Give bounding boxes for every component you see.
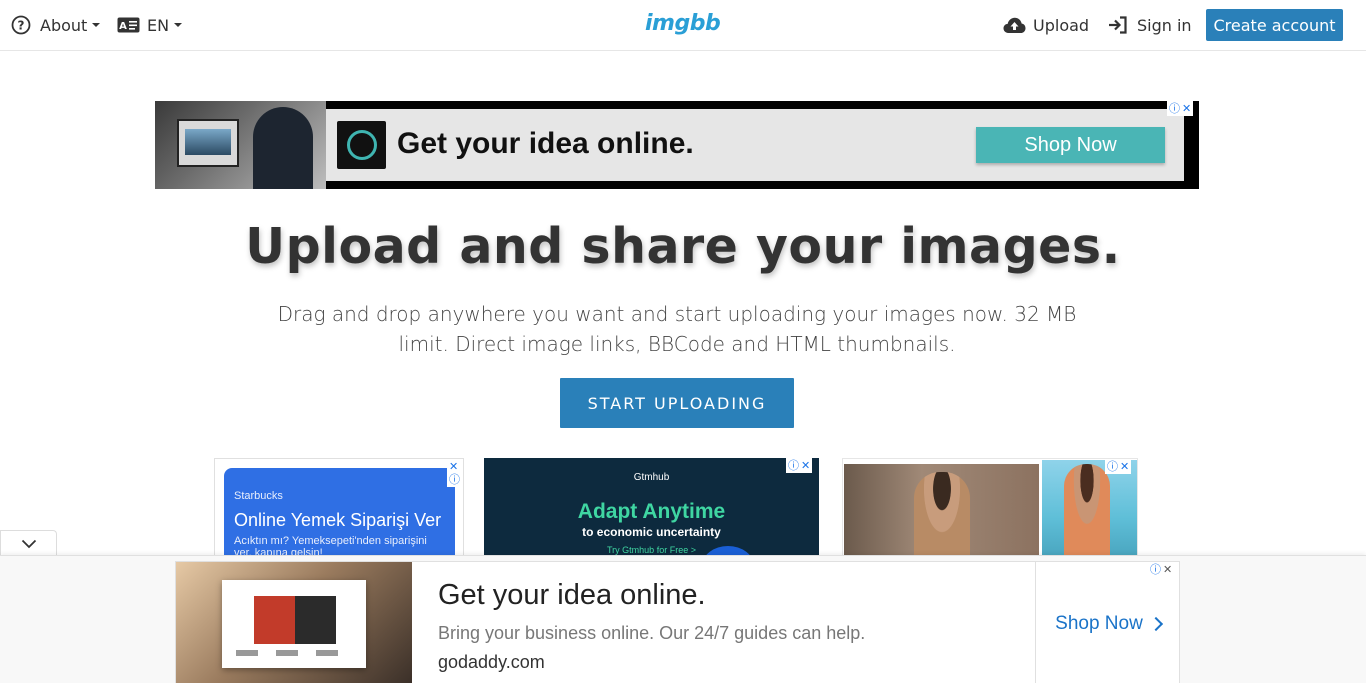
top-navbar: ? About A EN imgbb Upload Sign in Create… [0, 0, 1366, 51]
bottom-ad-card[interactable]: Get your idea online. Bring your busines… [175, 561, 1180, 683]
ad-domain: godaddy.com [438, 652, 545, 672]
ad-card-fashion[interactable]: ⓘ ✕ [842, 458, 1138, 556]
ad-choices: ✕ ⓘ [447, 459, 462, 487]
upload-link[interactable]: Upload [1003, 0, 1089, 50]
ad-card-gtmhub[interactable]: Gtmhub Adapt Anytime to economic uncerta… [484, 458, 819, 556]
ad-image [176, 562, 412, 683]
ad-card-starbucks[interactable]: Starbucks Online Yemek Siparişi Ver Acık… [214, 458, 464, 556]
ad-brand: Starbucks [234, 490, 283, 502]
ad-brand: Gtmhub [633, 472, 670, 483]
ad-cta-area: Shop Now [1035, 562, 1180, 683]
hero-subtitle: Drag and drop anywhere you want and star… [277, 302, 1077, 356]
godaddy-logo-icon [337, 121, 386, 169]
ad-choices: ⓘ ✕ [1167, 101, 1194, 116]
ad-close-icon[interactable]: ✕ [449, 460, 460, 473]
ad-shop-now-button[interactable]: Shop Now [976, 127, 1165, 163]
ad-close-icon[interactable]: ✕ [801, 459, 810, 472]
ad-cta-link[interactable]: Try Gtmhub for Free > [484, 545, 819, 555]
ad-info-icon[interactable]: ⓘ [449, 473, 460, 486]
ad-headline: Get your idea online. [397, 127, 694, 160]
ad-info-icon[interactable]: ⓘ [1169, 102, 1180, 115]
ad-content: Get your idea online. Shop Now [326, 109, 1184, 181]
about-label: About [40, 15, 88, 35]
svg-text:?: ? [18, 19, 25, 33]
collapse-ad-button[interactable] [0, 530, 57, 556]
ad-image [1042, 460, 1137, 555]
ad-choices: ⓘ ✕ [786, 458, 813, 473]
cloud-upload-icon [1003, 17, 1026, 34]
ad-choices: ⓘ ✕ [1148, 562, 1175, 577]
ad-shop-now-link[interactable]: Shop Now [1055, 612, 1163, 635]
ad-image [844, 464, 1039, 555]
ad-cta-label: Shop Now [1055, 612, 1143, 634]
caret-down-icon [174, 23, 183, 27]
ad-subtext: Acıktın mı? Yemeksepeti'nden siparişini … [234, 535, 427, 556]
ad-close-icon[interactable]: ✕ [1182, 102, 1191, 115]
ad-description: Bring your business online. Our 24/7 gui… [438, 623, 866, 643]
imgbb-logo[interactable]: imgbb [645, 11, 721, 36]
sign-in-icon [1108, 16, 1128, 34]
ad-info-icon[interactable]: ⓘ [788, 459, 799, 472]
ad-headline: Get your idea online. [438, 579, 706, 611]
about-menu[interactable]: ? About [11, 0, 101, 50]
chevron-right-icon [1148, 616, 1163, 631]
create-account-button[interactable]: Create account [1206, 9, 1343, 41]
language-menu[interactable]: A EN [117, 0, 183, 50]
caret-down-icon [92, 23, 101, 27]
ad-card-content: Starbucks Online Yemek Siparişi Ver Acık… [224, 468, 455, 556]
signin-link[interactable]: Sign in [1108, 0, 1192, 50]
ad-info-icon[interactable]: ⓘ [1150, 563, 1161, 576]
ad-choices: ⓘ ✕ [1105, 459, 1132, 474]
hero-title: Upload and share your images. [245, 218, 1121, 275]
ad-close-icon[interactable]: ✕ [1163, 563, 1172, 576]
ad-close-icon[interactable]: ✕ [1120, 460, 1129, 473]
signin-label: Sign in [1137, 15, 1192, 35]
bottom-sticky-ad: Get your idea online. Bring your busines… [0, 555, 1366, 683]
start-uploading-button[interactable]: START UPLOADING [560, 378, 794, 428]
upload-label: Upload [1033, 15, 1090, 35]
language-icon: A [117, 17, 140, 33]
help-icon: ? [11, 15, 31, 35]
chevron-down-icon [21, 534, 37, 553]
language-label: EN [147, 15, 170, 35]
ad-headline: Online Yemek Siparişi Ver [234, 510, 442, 530]
ad-subtext: to economic uncertainty [582, 525, 721, 539]
top-ad-banner[interactable]: Get your idea online. Shop Now ⓘ ✕ [155, 101, 1199, 189]
ad-info-icon[interactable]: ⓘ [1107, 460, 1118, 473]
svg-text:A: A [119, 21, 127, 32]
ad-photo [155, 101, 326, 189]
ad-headline: Adapt Anytime [577, 500, 726, 523]
